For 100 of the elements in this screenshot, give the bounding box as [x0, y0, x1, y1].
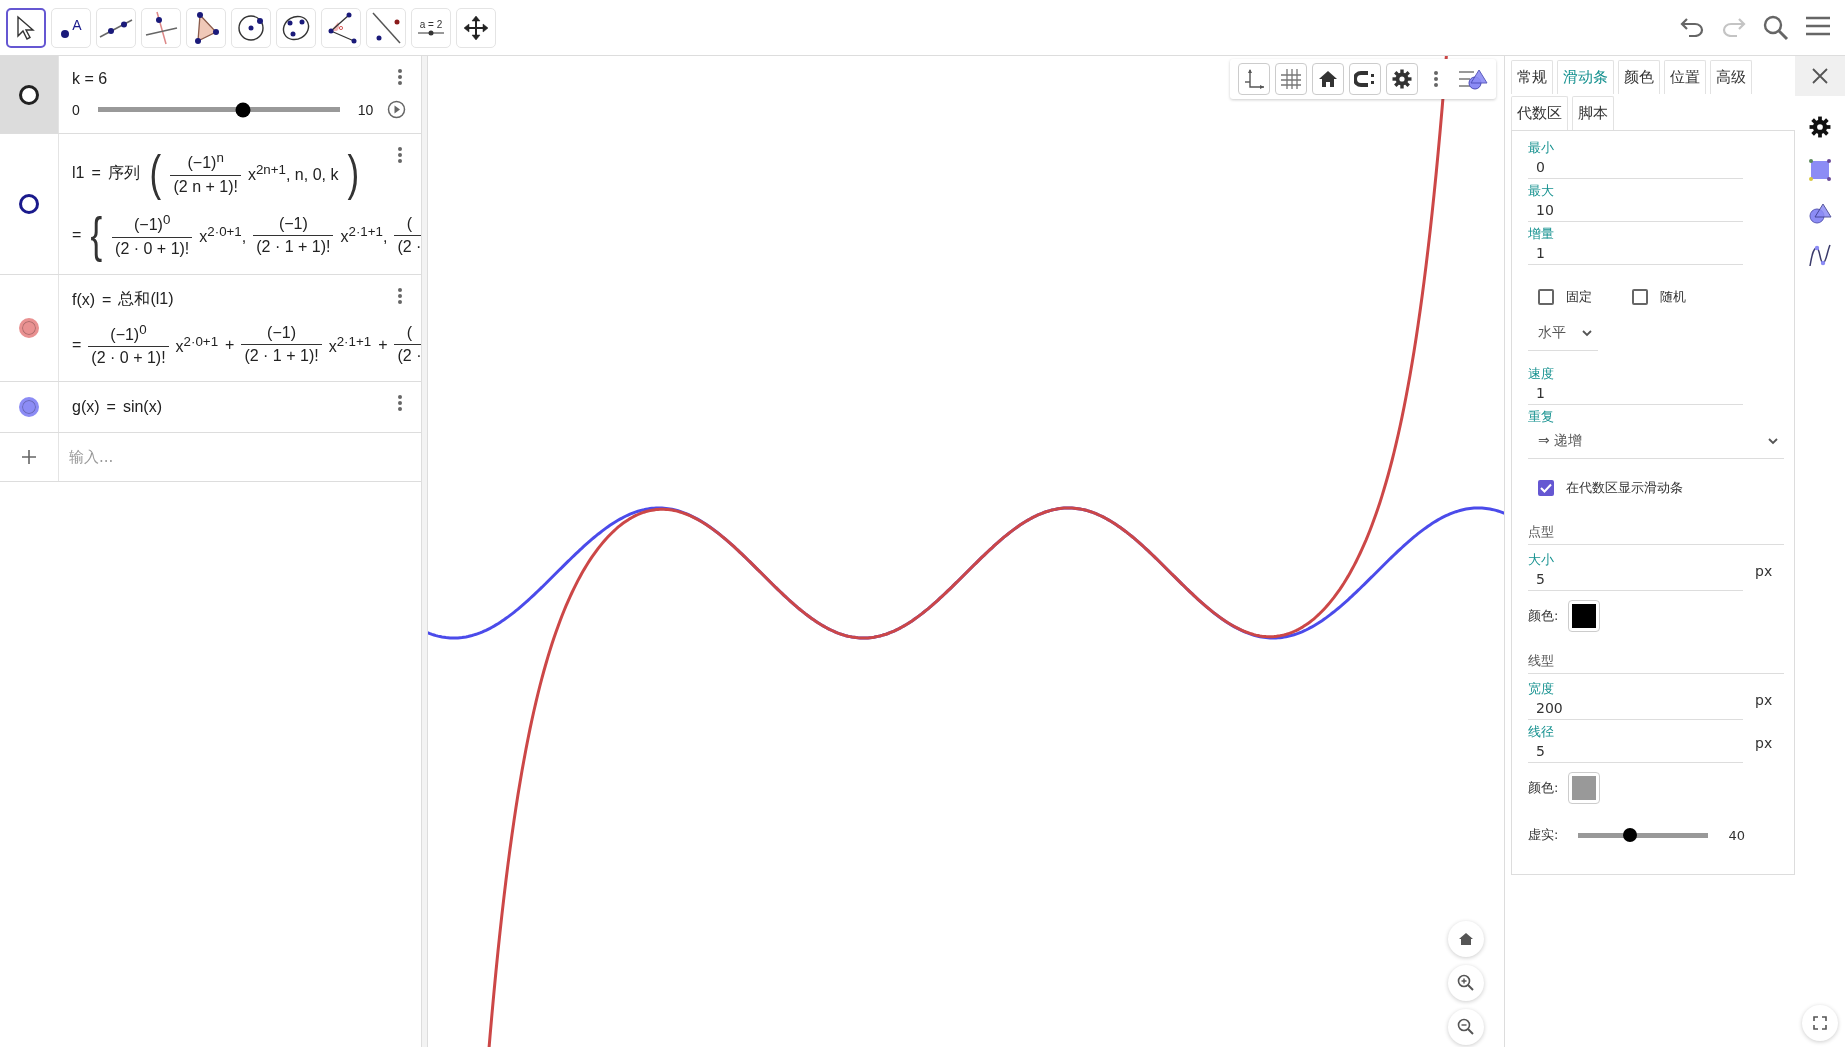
axes-toggle-button[interactable]: [1238, 63, 1270, 95]
math-text: x$^{2·1+1}$,: [340, 223, 388, 247]
properties-tab[interactable]: 位置: [1664, 60, 1706, 94]
properties-tab[interactable]: 代数区: [1511, 96, 1568, 130]
home-icon: [1318, 70, 1338, 88]
grid-icon: [1280, 68, 1302, 90]
visibility-toggle[interactable]: [19, 397, 39, 418]
settings-icon[interactable]: [1809, 116, 1831, 138]
magnet-icon: [1354, 70, 1376, 88]
fraction-numerator: (−1): [266, 324, 297, 344]
settings-button[interactable]: [1386, 63, 1418, 95]
checkbox-square[interactable]: [1632, 289, 1648, 305]
math-text: +: [225, 335, 235, 354]
math-text: g(x): [72, 398, 100, 417]
math-text: x$^{2·0+1}$,: [199, 223, 247, 247]
home-icon: [1458, 932, 1474, 946]
section-heading: 线型: [1528, 652, 1784, 674]
style-bar-toggle-icon[interactable]: [1458, 68, 1488, 90]
properties-tab[interactable]: 脚本: [1572, 96, 1614, 130]
slider-thumb[interactable]: [1623, 828, 1638, 842]
zoom-out-button[interactable]: [1448, 1009, 1484, 1045]
fraction-denominator: (2 · 0 + 1)!: [112, 236, 193, 258]
close-icon: [1812, 68, 1828, 84]
properties-tab[interactable]: 常规: [1511, 60, 1553, 94]
math-text: =: [91, 164, 101, 182]
home-button[interactable]: [1312, 63, 1344, 95]
reflect-about-line-icon: [370, 10, 402, 45]
unit-label: px: [1755, 692, 1773, 708]
number-field[interactable]: 宽度 200: [1528, 680, 1743, 720]
properties-tab[interactable]: 颜色: [1618, 60, 1660, 94]
fraction-numerator: (−1)$^{0}$: [133, 212, 172, 236]
properties-tab[interactable]: 滑动条: [1557, 60, 1614, 94]
checkbox-square[interactable]: [1538, 289, 1554, 305]
slider-thumb[interactable]: [235, 102, 251, 117]
fraction-denominator: (2 · 1 + 1)!: [241, 344, 322, 366]
fraction-numerator: (: [405, 214, 414, 234]
fullscreen-icon: [1813, 1016, 1827, 1030]
function-graph-icon[interactable]: [1809, 244, 1831, 268]
perpendicular-line-icon: [144, 10, 178, 45]
move-arrows-icon: [463, 14, 489, 41]
math-text: 总和(l1): [118, 289, 174, 309]
math-text: =: [102, 290, 112, 309]
checkbox-square[interactable]: [1538, 480, 1554, 496]
color-label: 颜色:: [1528, 607, 1559, 625]
row-marker-cell[interactable]: [0, 56, 59, 133]
cursor-arrow-icon: [15, 14, 37, 41]
bracket: ): [347, 148, 360, 198]
fullscreen-button[interactable]: [1802, 1005, 1838, 1041]
more-options-icon[interactable]: [397, 394, 403, 413]
number-field[interactable]: 增量 1: [1528, 225, 1743, 265]
tool-button[interactable]: [6, 7, 46, 48]
section-heading: 点型: [1528, 523, 1784, 545]
visibility-toggle[interactable]: [19, 84, 39, 105]
checkbox[interactable]: 在代数区显示滑动条: [1538, 479, 1683, 497]
visibility-toggle[interactable]: [19, 194, 39, 214]
magnet-snap-button[interactable]: [1349, 63, 1381, 95]
square-with-points-icon[interactable]: [1808, 158, 1832, 182]
number-field[interactable]: 最大 10: [1528, 182, 1743, 222]
visibility-toggle[interactable]: [19, 318, 39, 339]
fraction-numerator: (−1)$^{n}$: [186, 150, 225, 174]
slider-max: 10: [357, 101, 374, 118]
checkbox[interactable]: 固定: [1538, 288, 1592, 306]
more-options-icon[interactable]: [397, 68, 403, 86]
more-options-icon[interactable]: [1433, 70, 1439, 88]
fraction-denominator: (2 · 0 + 1)!: [88, 346, 169, 368]
number-field[interactable]: 最小 0: [1528, 139, 1743, 179]
fraction-numerator: (: [405, 324, 414, 344]
settings-icon: [1392, 69, 1412, 89]
field-label: 重复: [1528, 408, 1555, 426]
more-options-icon[interactable]: [397, 146, 403, 164]
color-label: 颜色:: [1528, 779, 1559, 797]
math-text: l1: [72, 164, 85, 182]
slider-label: 虚实:: [1528, 826, 1559, 844]
number-field[interactable]: 大小 5: [1528, 551, 1743, 591]
number-field[interactable]: 线径 5: [1528, 723, 1743, 763]
close-button[interactable]: [1795, 56, 1845, 96]
fraction-denominator: (2 · 1 + 1)!: [253, 234, 334, 256]
circle-and-triangle-icon[interactable]: [1808, 202, 1832, 224]
home-button[interactable]: [1448, 921, 1484, 957]
math-text: f(x): [72, 290, 96, 309]
checkbox-label: 在代数区显示滑动条: [1566, 479, 1683, 497]
checkbox-label: 固定: [1566, 288, 1592, 306]
number-field[interactable]: 速度 1: [1528, 365, 1743, 405]
math-text: =: [106, 398, 116, 417]
math-text: x$^{2·1+1}$: [328, 333, 372, 356]
play-icon[interactable]: [387, 100, 407, 119]
chevron-down-icon: [1582, 329, 1592, 337]
slider-min: 0: [72, 101, 80, 118]
plus-icon[interactable]: [21, 449, 37, 466]
grid-toggle-button[interactable]: [1275, 63, 1307, 95]
zoom-in-button[interactable]: [1448, 965, 1484, 1001]
more-options-icon[interactable]: [397, 287, 403, 305]
checkbox[interactable]: 随机: [1632, 288, 1686, 306]
tool-button[interactable]: a = 2: [411, 7, 451, 48]
checkbox-label: 随机: [1660, 288, 1686, 306]
chevron-down-icon: [1768, 437, 1778, 445]
fraction-numerator: (−1)$^{0}$: [109, 322, 148, 346]
properties-tab[interactable]: 高级: [1710, 60, 1752, 94]
math-text: x$^{2n+1}$, n, 0, k: [247, 161, 339, 185]
tool-button[interactable]: A: [51, 7, 91, 48]
